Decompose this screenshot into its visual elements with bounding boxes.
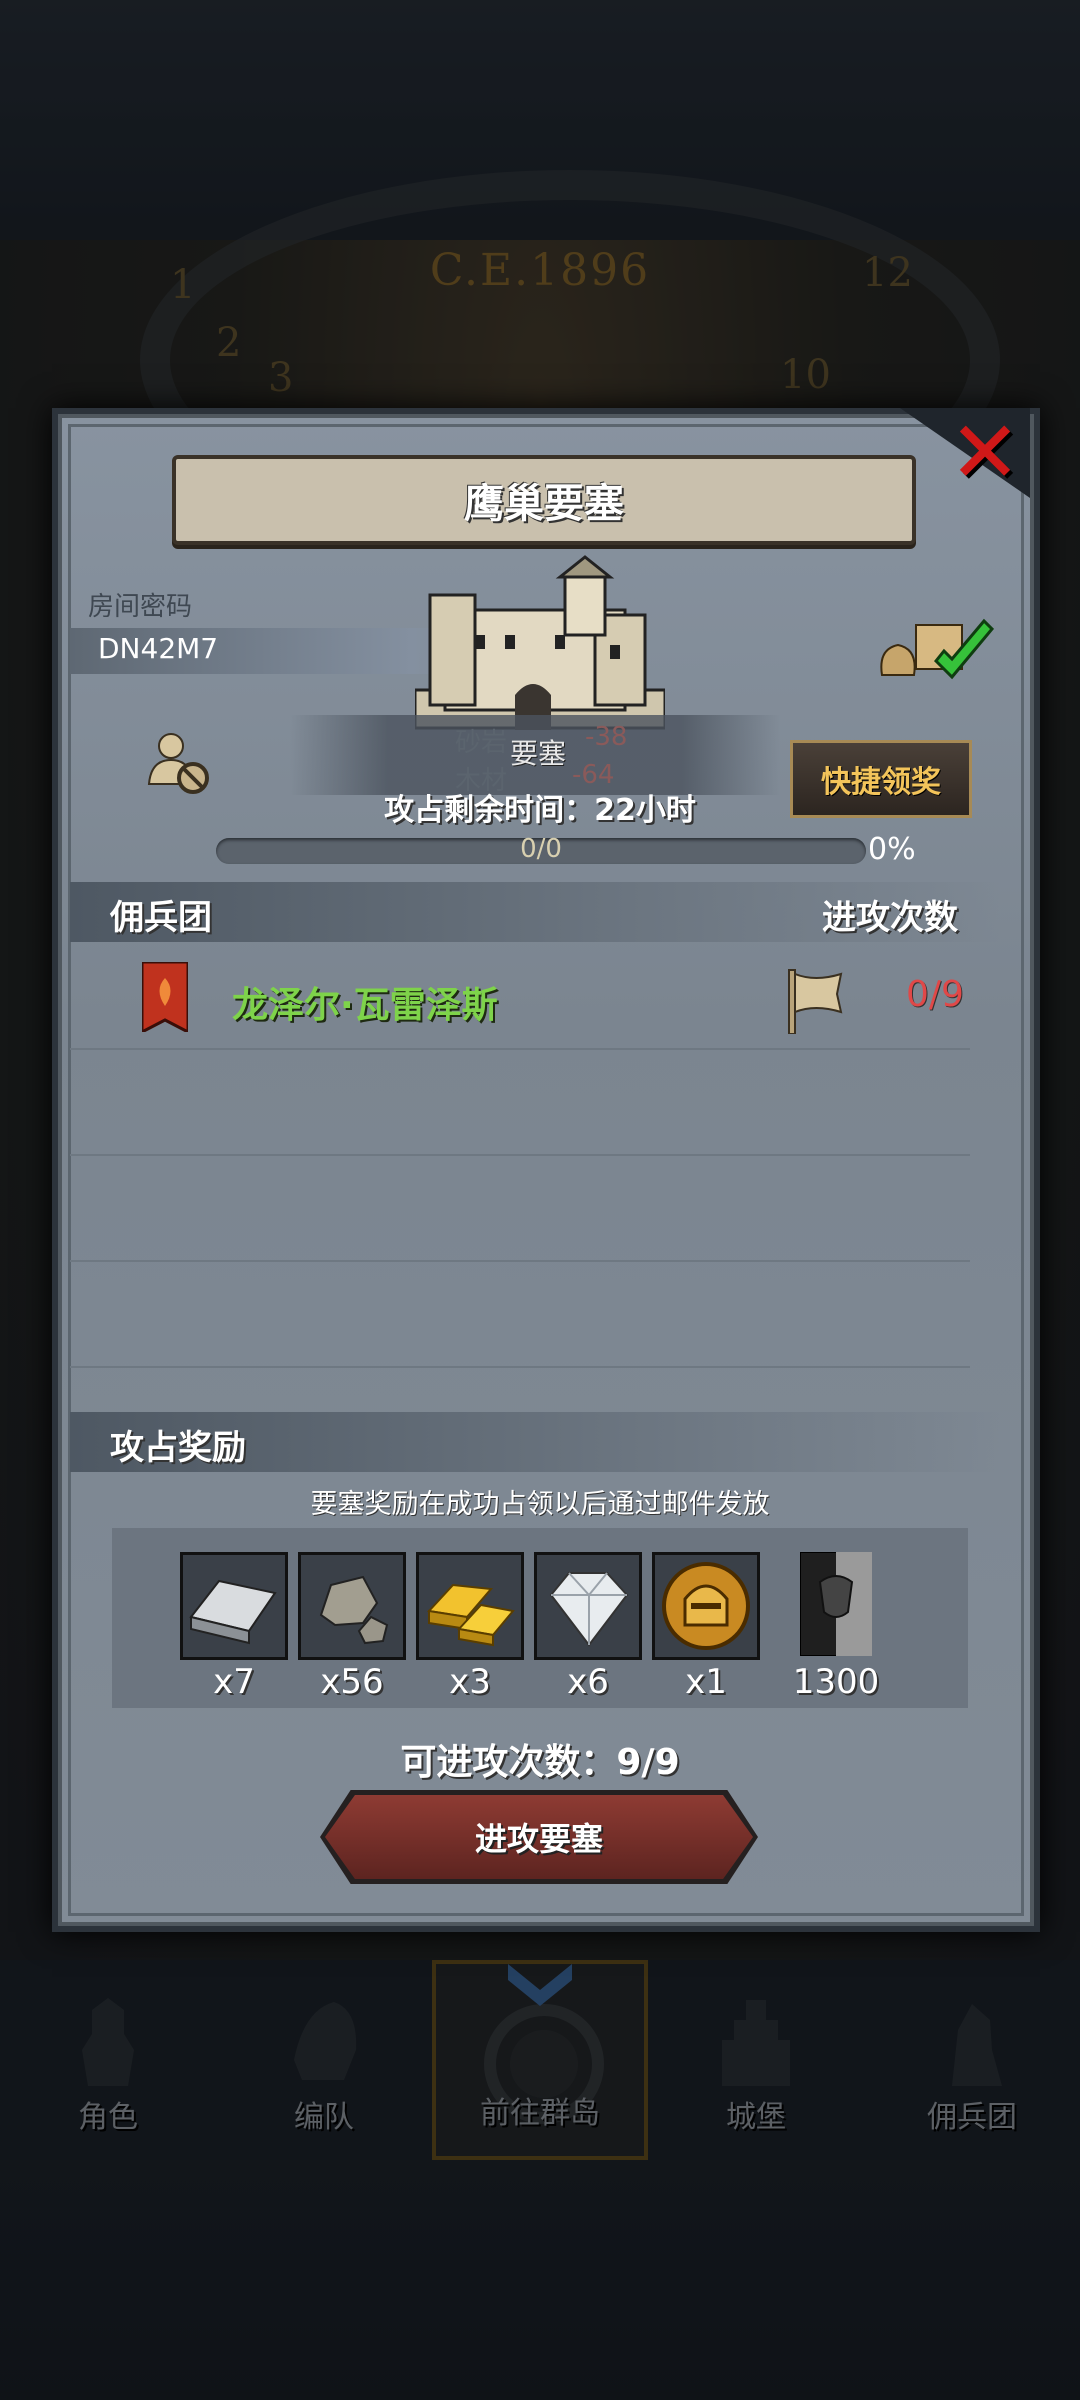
gold-bar-icon [419,1555,521,1657]
attack-fortress-button[interactable]: 进攻要塞 [325,1795,753,1879]
year-text: C.E.1896 [429,245,651,296]
bull-banner-icon[interactable] [800,1552,872,1656]
reward-item[interactable] [298,1552,406,1660]
fortress-label: 要塞 [510,737,567,770]
reward-item[interactable] [534,1552,642,1660]
chevron-down-icon [508,1964,572,2006]
reward-qty: 1300 [792,1662,880,1702]
reward-qty: x3 [449,1662,491,1702]
mercenary-row[interactable]: 龙泽尔·瓦雷泽斯 0/9 [70,950,1000,1050]
nav-label: 角色 [78,2100,138,2135]
castle-icon [722,2000,790,2086]
rewards-section-title: 攻占奖励 [110,1428,246,1468]
mercenary-icon [952,2004,1002,2086]
mercenary-attack-count: 0/9 [906,974,964,1015]
diamond-icon [537,1555,639,1657]
title-banner: 鹰巢要塞 [172,455,916,545]
dial-number: 10 [780,352,831,398]
fortress-icon [415,555,665,730]
nav-item-formation[interactable]: 编队 [216,1960,432,2160]
nav-label: 城堡 [726,2100,786,2135]
claimed-rewards-icon [880,618,995,680]
row-divider [70,1048,970,1050]
resource-value: -38 [585,722,628,752]
reward-qty: x6 [567,1662,609,1702]
mercenary-section-title: 佣兵团 [110,898,212,938]
helmet-icon [294,2002,357,2080]
nav-label: 佣兵团 [927,2100,1017,2135]
nav-item-castle[interactable]: 城堡 [648,1960,864,2160]
resource-name: 砂岩 [455,728,508,758]
reward-item[interactable] [180,1552,288,1660]
nav-item-mercenary[interactable]: 佣兵团 [864,1960,1080,2160]
progress-count: 0/0 [520,834,562,864]
dial-number: 2 [216,320,242,366]
row-divider [70,1154,970,1156]
knight-helmet-coin-icon [655,1555,757,1657]
reward-item[interactable] [652,1552,760,1660]
reward-qty: x7 [213,1662,255,1702]
iron-ingot-icon [183,1555,285,1657]
progress-percent: 0% [868,832,916,867]
flag-icon [788,969,843,1034]
guild-banner-icon [142,962,188,1032]
room-code-label: 房间密码 [88,592,193,622]
rewards-note: 要塞奖励在成功占领以后通过邮件发放 [310,1489,770,1520]
row-divider [70,1260,970,1262]
row-divider [70,1366,970,1368]
reward-item[interactable] [416,1552,524,1660]
dial-number: 1 [170,262,196,308]
dialog-title: 鹰巢要塞 [464,481,624,527]
nav-label: 前往群岛 [480,2096,600,2131]
reward-qty: x56 [320,1662,384,1702]
attack-remaining: 可进攻次数：9/9 [400,1742,680,1783]
dial-number: 12 [862,250,913,296]
reward-qty: x1 [685,1662,727,1702]
close-button[interactable]: ✕ [940,408,1030,498]
stone-icon [301,1555,403,1657]
dial-number: 3 [268,355,294,401]
close-x-icon: ✕ [948,403,1022,503]
nav-item-role[interactable]: 角色 [0,1960,216,2160]
capture-timer: 攻占剩余时间：22小时 [384,793,696,828]
nav-label: 编队 [294,2100,354,2135]
knight-icon [82,1998,134,2086]
room-code-value: DN42M7 [98,632,219,665]
attack-count-header: 进攻次数 [822,898,958,938]
mercenary-name: 龙泽尔·瓦雷泽斯 [232,985,498,1026]
